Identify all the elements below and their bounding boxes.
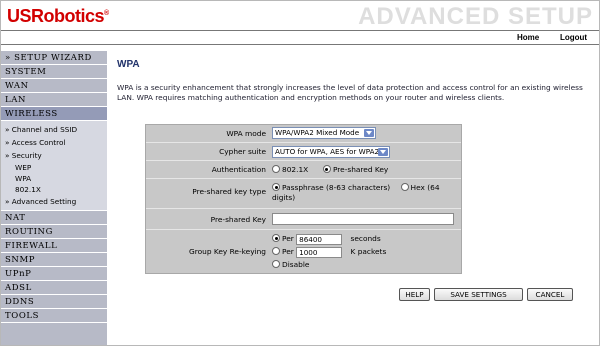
rekey-seconds-radio[interactable]: [272, 234, 280, 242]
rekey-disable-radio[interactable]: [272, 260, 280, 268]
cypher-suite-label: Cypher suite: [219, 147, 266, 156]
rekey-packets-radio[interactable]: [272, 247, 280, 255]
auth-psk-label: Pre-shared Key: [332, 165, 389, 174]
sidebar-item-lan[interactable]: LAN: [1, 93, 107, 107]
rekey-seconds-option: Per 86400 seconds: [272, 233, 458, 246]
row-rekey: Group Key Re-keying Per 86400 seconds Pe…: [146, 230, 461, 274]
cancel-button[interactable]: CANCEL: [527, 288, 573, 301]
chevron-down-icon: [378, 148, 388, 156]
row-cypher-suite: Cypher suite AUTO for WPA, AES for WPA2: [146, 143, 461, 161]
help-button[interactable]: HELP: [399, 288, 430, 301]
sidebar-item-wan[interactable]: WAN: [1, 79, 107, 93]
save-settings-button[interactable]: SAVE SETTINGS: [434, 288, 523, 301]
top-nav-bar: Home Logout: [1, 30, 599, 45]
sidebar-item-setup-wizard[interactable]: » SETUP WIZARD: [1, 51, 107, 65]
sidebar-item-tools[interactable]: TOOLS: [1, 309, 107, 323]
trademark-mark: ®: [104, 10, 109, 17]
sidebar-item-8021x[interactable]: 802.1X: [1, 184, 107, 195]
sidebar-item-ddns[interactable]: DDNS: [1, 295, 107, 309]
sidebar-item-security[interactable]: » Security: [1, 149, 107, 162]
row-authentication: Authentication 802.1X Pre-shared Key: [146, 161, 461, 179]
rekey-packets-unit: K packets: [350, 247, 387, 256]
row-psk-type: Pre-shared key type Passphrase (8-63 cha…: [146, 179, 461, 209]
cypher-suite-value: AUTO for WPA, AES for WPA2: [275, 147, 380, 156]
rekey-per-label-2: Per: [282, 247, 294, 256]
sidebar-item-nat[interactable]: NAT: [1, 211, 107, 225]
wpa-mode-select[interactable]: WPA/WPA2 Mixed Mode: [272, 127, 376, 139]
rekey-packets-option: Per 1000 K packets: [272, 246, 458, 259]
sidebar-item-access-control[interactable]: » Access Control: [1, 136, 107, 149]
logout-link[interactable]: Logout: [560, 33, 587, 42]
auth-8021x-label: 802.1X: [282, 165, 309, 174]
psk-type-label: Pre-shared key type: [192, 187, 266, 196]
rekey-packets-input[interactable]: 1000: [296, 246, 343, 258]
sidebar-item-routing[interactable]: ROUTING: [1, 225, 107, 239]
psk-label: Pre-shared Key: [210, 215, 266, 224]
sidebar-item-adsl[interactable]: ADSL: [1, 281, 107, 295]
sidebar-item-channel-ssid[interactable]: » Channel and SSID: [1, 123, 107, 136]
sidebar-item-snmp[interactable]: SNMP: [1, 253, 107, 267]
page-description: WPA is a security enhancement that stron…: [117, 83, 583, 102]
usrobotics-logo: USRobotics®: [7, 6, 109, 27]
sidebar-item-wireless[interactable]: WIRELESS: [1, 107, 107, 121]
section-banner: ADVANCED SETUP: [358, 3, 593, 30]
sidebar-item-upnp[interactable]: UPnP: [1, 267, 107, 281]
sidebar-item-wep[interactable]: WEP: [1, 162, 107, 173]
rekey-per-label: Per: [282, 234, 294, 243]
header: USRobotics® ADVANCED SETUP: [1, 1, 599, 30]
auth-8021x-radio[interactable]: [272, 165, 280, 173]
sidebar-item-system[interactable]: SYSTEM: [1, 65, 107, 79]
rekey-seconds-unit: seconds: [350, 234, 381, 243]
sidebar-item-wpa[interactable]: WPA: [1, 173, 107, 184]
row-wpa-mode: WPA mode WPA/WPA2 Mixed Mode: [146, 125, 461, 143]
psk-passphrase-radio[interactable]: [272, 183, 280, 191]
rekey-label: Group Key Re-keying: [189, 247, 266, 256]
authentication-label: Authentication: [211, 165, 266, 174]
wireless-submenu: » Channel and SSID » Access Control » Se…: [1, 121, 107, 211]
wpa-settings-panel: WPA mode WPA/WPA2 Mixed Mode Cypher suit…: [145, 124, 462, 274]
rekey-seconds-input[interactable]: 86400: [296, 233, 343, 245]
wpa-mode-value: WPA/WPA2 Mixed Mode: [275, 128, 360, 137]
main-content: WPA WPA is a security enhancement that s…: [117, 59, 587, 102]
psk-passphrase-label: Passphrase (8-63 characters): [282, 183, 391, 192]
home-link[interactable]: Home: [517, 33, 539, 42]
row-psk: Pre-shared Key: [146, 209, 461, 230]
logo-text: USRobotics: [7, 6, 105, 26]
chevron-down-icon: [364, 129, 374, 137]
rekey-disable-option: Disable: [272, 259, 458, 271]
rekey-disable-label: Disable: [282, 260, 310, 269]
psk-input[interactable]: [272, 213, 454, 225]
page-title: WPA: [117, 59, 140, 70]
sidebar: » SETUP WIZARD SYSTEM WAN LAN WIRELESS »…: [1, 51, 107, 345]
app-window: USRobotics® ADVANCED SETUP Home Logout »…: [0, 0, 600, 346]
auth-psk-radio[interactable]: [322, 165, 331, 173]
psk-hex-radio[interactable]: [400, 183, 409, 191]
sidebar-item-firewall[interactable]: FIREWALL: [1, 239, 107, 253]
sidebar-item-advanced-setting[interactable]: » Advanced Setting: [1, 195, 107, 208]
wpa-mode-label: WPA mode: [226, 129, 266, 138]
cypher-suite-select[interactable]: AUTO for WPA, AES for WPA2: [272, 146, 390, 158]
